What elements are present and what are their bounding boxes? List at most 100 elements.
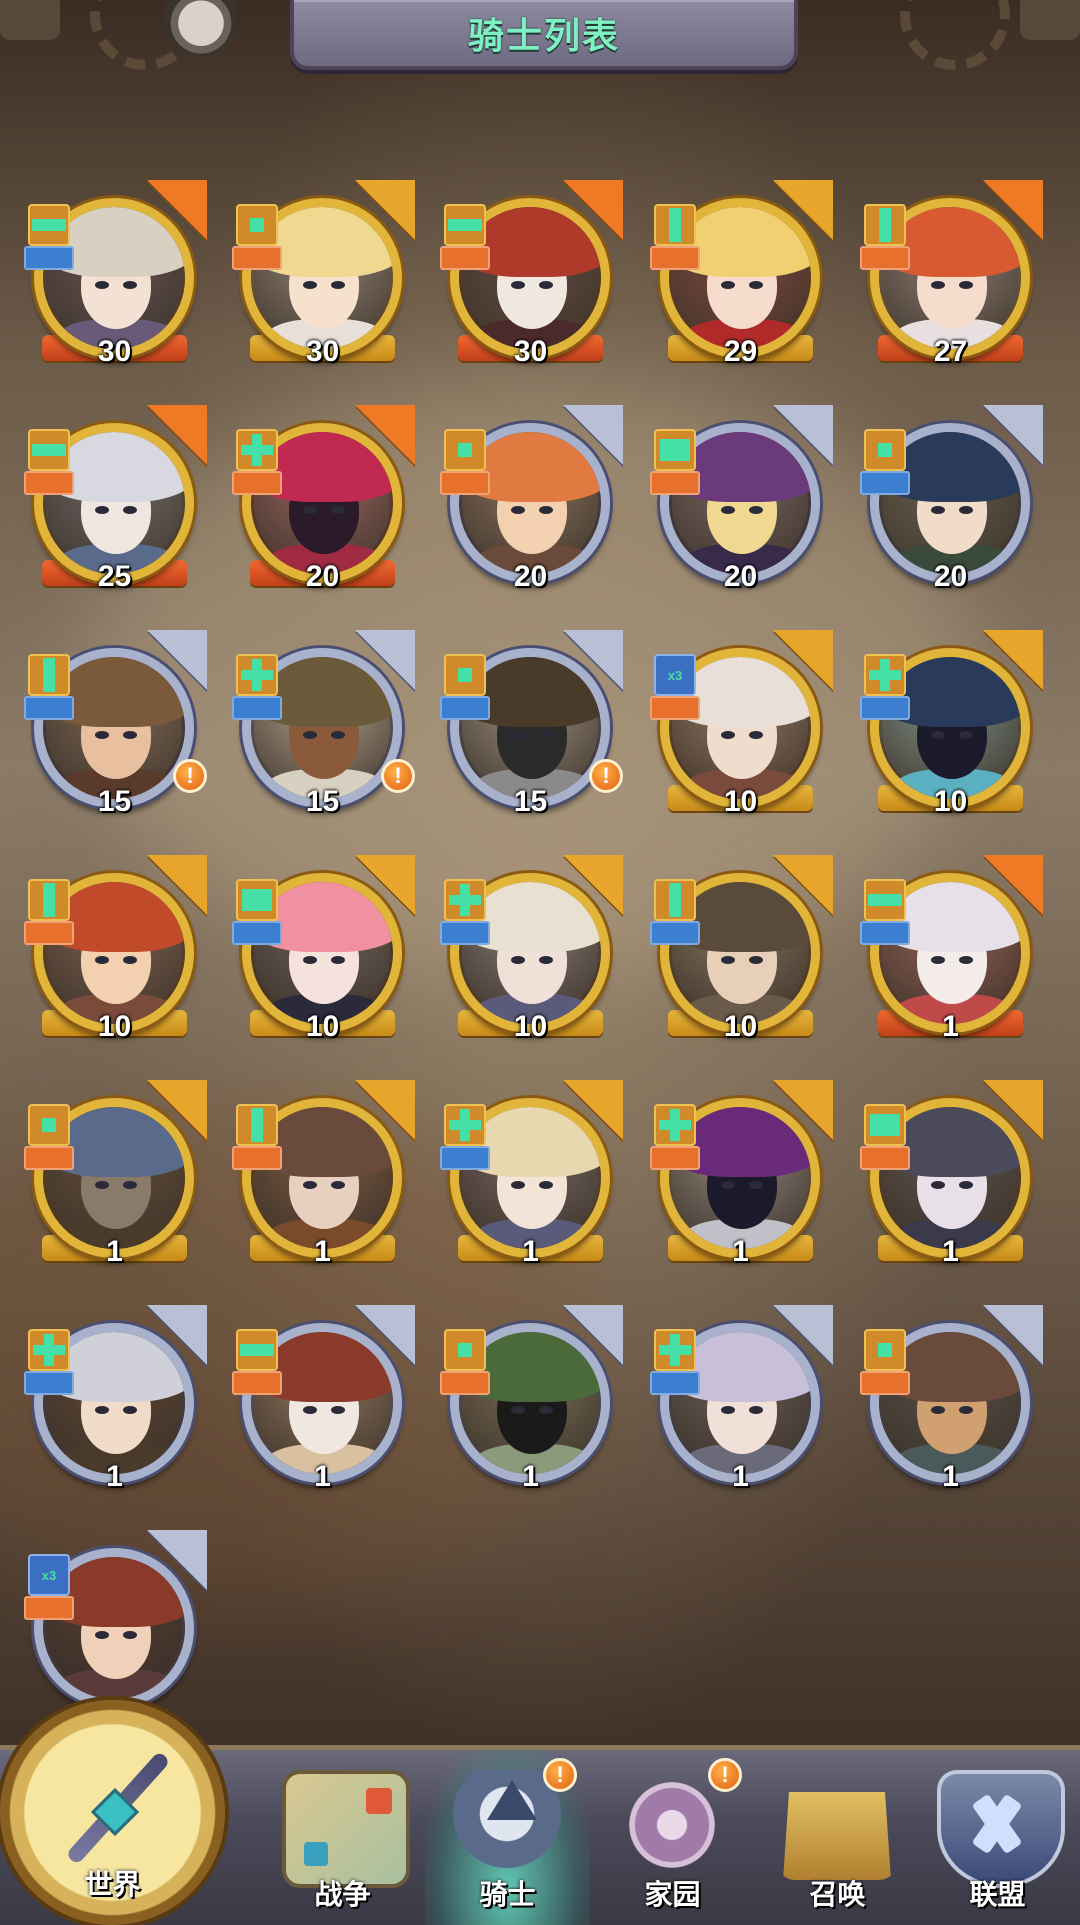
throne-icon [783,1792,891,1880]
knight-card[interactable]: 25 [22,405,207,593]
treasure-map-icon [282,1770,410,1888]
knight-card[interactable]: 1 [858,1305,1043,1493]
role-indicator [232,1104,282,1176]
formation-shape [654,879,696,921]
formation-shape [654,1104,696,1146]
knight-card[interactable]: 30 [438,180,623,368]
knight-level: 10 [513,1010,548,1043]
role-orange-icon [232,1146,282,1170]
knight-card[interactable]: 1 [22,1080,207,1268]
knight-card[interactable]: 1 [858,1080,1043,1268]
role-plus-icon [449,884,481,916]
knight-card[interactable]: 29 [648,180,833,368]
multiplier-label: x3 [667,667,683,683]
tab-home-label: 家园 [644,1879,701,1910]
knight-card[interactable]: 10 [858,630,1043,818]
role-grid-icon [870,1114,900,1136]
formation-shape [444,204,486,246]
role-indicator: x3 [24,1554,74,1626]
knight-card[interactable]: 10 [648,855,833,1043]
formation-shape [444,654,486,696]
role-indicator: x3 [650,654,700,726]
knight-card[interactable]: 10 [22,855,207,1043]
knight-card[interactable]: 20 [858,405,1043,593]
role-orange-icon [232,246,282,270]
role-blue-icon [860,921,910,945]
knight-card[interactable]: 20 [438,405,623,593]
role-bar-icon [32,219,66,231]
knight-card[interactable]: 1 [648,1080,833,1268]
tab-war[interactable]: 战争 [260,1750,425,1925]
formation-shape [236,1104,278,1146]
role-orange-icon [650,471,700,495]
tab-alliance[interactable]: 联盟 [915,1750,1080,1925]
role-indicator [24,1329,74,1401]
tab-summon-label: 召唤 [809,1879,866,1910]
role-indicator [860,204,910,276]
knight-level: 20 [933,560,968,593]
knight-level: 10 [305,1010,340,1043]
knight-level: 1 [942,1235,959,1268]
role-dot-icon [878,1343,892,1357]
knight-level: 1 [522,1235,539,1268]
formation-shape: x3 [28,1554,70,1596]
role-vbar-icon [251,1108,263,1142]
role-indicator [24,654,74,726]
world-compass-button[interactable]: 世界 [0,1700,225,1925]
formation-shape [444,1329,486,1371]
knight-level: 30 [97,335,132,368]
knight-card[interactable]: 30 [230,180,415,368]
knight-card[interactable]: 10 [438,855,623,1043]
knight-level: 10 [723,785,758,818]
role-plus-icon [869,659,901,691]
role-indicator [860,654,910,726]
formation-shape: x3 [654,654,696,696]
knight-card[interactable]: x3 10 [648,630,833,818]
role-indicator [232,879,282,951]
tab-summon[interactable]: 召唤 [755,1750,920,1925]
formation-shape [864,1329,906,1371]
knight-card[interactable]: 1 [438,1080,623,1268]
multiplier-label: x3 [41,1567,57,1583]
formation-shape [236,1329,278,1371]
knight-card[interactable]: 1 [438,1305,623,1493]
tab-home-alert: ! [708,1758,742,1792]
knight-level: 25 [97,560,132,593]
knight-level: 10 [97,1010,132,1043]
role-indicator [860,429,910,501]
knight-card[interactable]: 20 [648,405,833,593]
knight-card[interactable]: 1 [22,1305,207,1493]
knight-level: 15 [97,785,132,818]
knight-card[interactable]: 15! [438,630,623,818]
knight-card[interactable]: 1 [230,1080,415,1268]
knight-card[interactable]: 15! [230,630,415,818]
role-blue-icon [860,696,910,720]
knight-card[interactable]: 30 [22,180,207,368]
knight-level: 30 [305,335,340,368]
role-bar-icon [32,444,66,456]
knight-card[interactable]: 1 [230,1305,415,1493]
tab-knight[interactable]: 骑士 ! [425,1750,590,1925]
tab-war-label: 战争 [314,1879,371,1910]
role-indicator [440,1329,490,1401]
formation-shape [864,204,906,246]
role-dot-icon [42,1118,56,1132]
knight-card[interactable]: 1 [648,1305,833,1493]
knight-level: 1 [732,1235,749,1268]
knight-card[interactable]: 15! [22,630,207,818]
knight-card[interactable]: 10 [230,855,415,1043]
knight-card[interactable]: 27 [858,180,1043,368]
knight-card[interactable]: x3 [22,1530,207,1715]
role-blue-icon [232,921,282,945]
role-indicator [860,1104,910,1176]
knight-card[interactable]: 20 [230,405,415,593]
knight-card[interactable]: 1 [858,855,1043,1043]
formation-shape [236,429,278,471]
role-plus-icon [449,1109,481,1141]
tab-home[interactable]: 家园 ! [590,1750,755,1925]
role-orange-icon [650,246,700,270]
role-grid-icon [242,889,272,911]
role-plus-icon [659,1334,691,1366]
role-indicator [440,1104,490,1176]
role-dot-icon [458,443,472,457]
